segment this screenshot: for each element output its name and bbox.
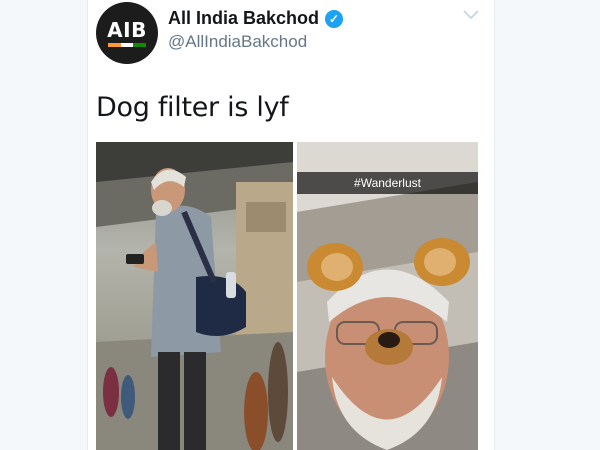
avatar-flag-stripe (108, 42, 147, 47)
tweet-media[interactable]: #Wanderlust (96, 142, 478, 450)
user-handle[interactable]: @AllIndiaBakchod (168, 32, 307, 52)
avatar[interactable]: AIB (96, 2, 158, 64)
display-name[interactable]: All India Bakchod (168, 8, 319, 29)
avatar-logo-text: AIB (107, 17, 147, 42)
verified-check-icon: ✓ (325, 9, 344, 28)
page-background-right (494, 0, 600, 450)
tweet-text: Dog filter is lyf (96, 92, 289, 123)
photo-caption-wanderlust: #Wanderlust (297, 172, 478, 194)
photo-man-reading-at-station[interactable] (96, 142, 293, 450)
page-background-left (0, 0, 88, 450)
chevron-down-icon[interactable] (460, 4, 482, 26)
tweet-card: AIB All India Bakchod ✓ @AllIndiaBakchod… (88, 0, 494, 450)
author-name-row: All India Bakchod ✓ (168, 8, 344, 29)
photo-selfie-with-dog-filter[interactable]: #Wanderlust (297, 142, 478, 450)
